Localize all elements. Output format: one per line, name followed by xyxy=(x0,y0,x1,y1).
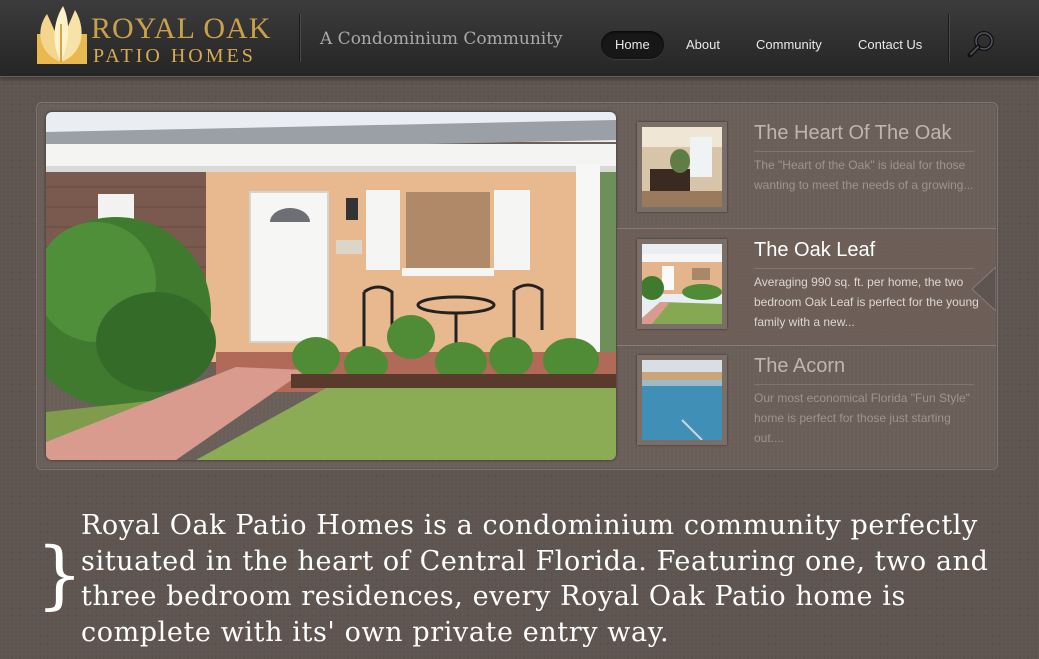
nav-about[interactable]: About xyxy=(686,31,720,59)
slide-item-acorn[interactable]: The Acorn Our most economical Florida "F… xyxy=(617,345,996,461)
nav-community[interactable]: Community xyxy=(756,31,822,59)
slide-description: Averaging 990 sq. ft. per home, the two … xyxy=(754,275,979,329)
slide-title: The Heart Of The Oak xyxy=(754,122,952,144)
thumbnail-acorn xyxy=(637,355,727,445)
search-icon[interactable] xyxy=(966,28,998,60)
slide-divider xyxy=(754,384,974,385)
nav-home[interactable]: Home xyxy=(601,31,664,59)
logo-line-1: ROYAL OAK xyxy=(91,12,272,45)
slide-item-heart-of-the-oak[interactable]: The Heart Of The Oak The "Heart of the O… xyxy=(617,112,996,228)
featured-photo xyxy=(46,112,616,460)
intro-paragraph: Royal Oak Patio Homes is a condominium c… xyxy=(81,510,989,648)
slide-divider xyxy=(754,151,974,152)
nav-contact-us[interactable]: Contact Us xyxy=(858,31,922,59)
site-logo[interactable]: ROYAL OAK PATIO HOMES xyxy=(33,4,283,66)
oak-leaf-logo-icon xyxy=(37,6,87,64)
slide-description: Our most economical Florida "Fun Style" … xyxy=(754,391,970,445)
slide-divider xyxy=(754,268,974,269)
slide-title: The Oak Leaf xyxy=(754,239,876,261)
active-pointer-icon xyxy=(972,267,996,311)
slide-item-oak-leaf[interactable]: The Oak Leaf Averaging 990 sq. ft. per h… xyxy=(617,228,996,346)
slide-description: The "Heart of the Oak" is ideal for thos… xyxy=(754,158,974,192)
decorative-brace: } xyxy=(36,532,84,618)
thumbnail-heart-of-the-oak xyxy=(637,122,727,212)
header-divider-right xyxy=(948,14,949,62)
thumbnail-oak-leaf xyxy=(637,239,727,329)
site-tagline: A Condominium Community xyxy=(320,29,563,49)
site-header: ROYAL OAK PATIO HOMES A Condominium Comm… xyxy=(0,0,1039,77)
logo-line-2: PATIO HOMES xyxy=(93,45,256,67)
header-divider xyxy=(299,14,300,62)
slide-title: The Acorn xyxy=(754,355,846,377)
